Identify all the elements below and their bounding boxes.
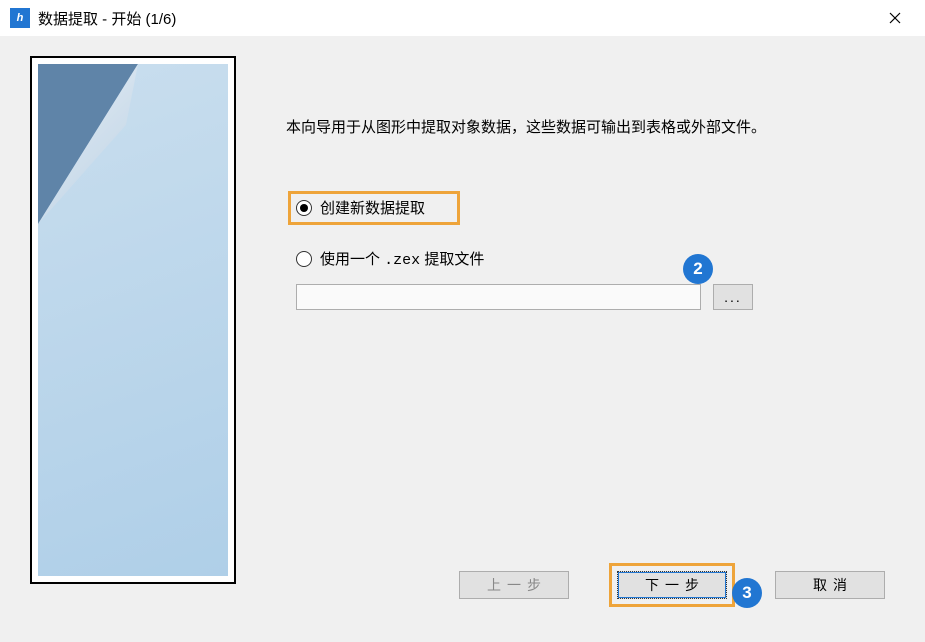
callout-badge-3: 3	[732, 578, 762, 608]
callout-badge-2: 2	[683, 254, 713, 284]
button-row: 上一步 下一步 取消	[459, 563, 885, 607]
main-panel: 本向导用于从图形中提取对象数据，这些数据可输出到表格或外部文件。 创建新数据提取…	[236, 56, 895, 622]
close-icon	[889, 12, 901, 24]
cancel-button[interactable]: 取消	[775, 571, 885, 599]
preview-panel	[30, 56, 236, 584]
close-button[interactable]	[875, 3, 915, 33]
wizard-window: h 数据提取 - 开始 (1/6) 本向导用于从图形中提取对象数据，这些数据可输…	[0, 0, 925, 642]
description-text: 本向导用于从图形中提取对象数据，这些数据可输出到表格或外部文件。	[286, 116, 895, 137]
next-button[interactable]: 下一步	[617, 571, 727, 599]
app-icon: h	[10, 8, 30, 28]
use-file-ext: .zex	[384, 252, 420, 269]
prev-button[interactable]: 上一步	[459, 571, 569, 599]
use-file-prefix: 使用一个	[320, 251, 384, 268]
radio-group: 创建新数据提取 使用一个 .zex 提取文件 ...	[296, 197, 895, 310]
file-path-input[interactable]	[296, 284, 701, 310]
titlebar: h 数据提取 - 开始 (1/6)	[0, 0, 925, 36]
radio-use-file-label: 使用一个 .zex 提取文件	[320, 248, 484, 269]
content-area: 本向导用于从图形中提取对象数据，这些数据可输出到表格或外部文件。 创建新数据提取…	[0, 36, 925, 642]
browse-button[interactable]: ...	[713, 284, 753, 310]
radio-create-new-label: 创建新数据提取	[320, 197, 425, 218]
file-path-row: ...	[296, 284, 895, 310]
radio-use-file[interactable]	[296, 251, 312, 267]
option-create-new[interactable]: 创建新数据提取	[296, 197, 895, 218]
radio-create-new[interactable]	[296, 200, 312, 216]
highlight-box-next: 下一步	[609, 563, 735, 607]
window-title: 数据提取 - 开始 (1/6)	[38, 8, 875, 29]
use-file-suffix: 提取文件	[420, 251, 484, 268]
option-use-file[interactable]: 使用一个 .zex 提取文件	[296, 248, 895, 269]
